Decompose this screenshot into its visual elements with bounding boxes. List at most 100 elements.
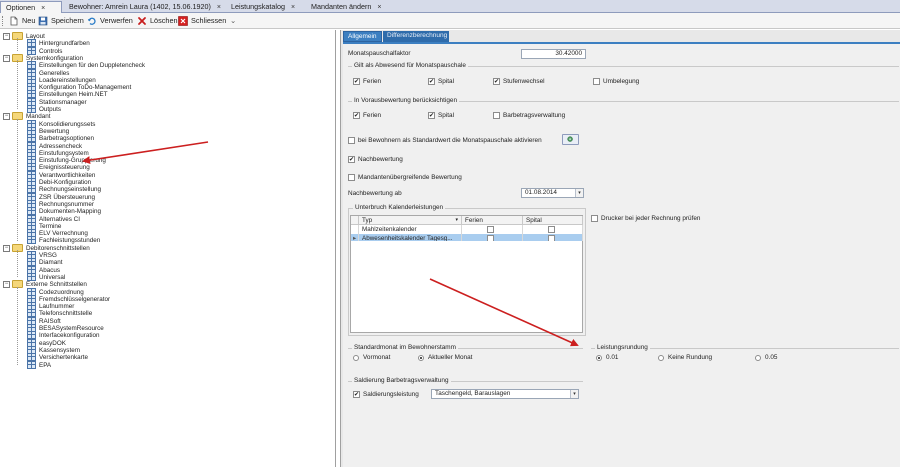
row-indicator [351,225,359,234]
tree-connector-line [17,38,18,51]
aktueller-monat-label: Aktueller Monat [428,354,473,361]
collapse-toggle-icon[interactable]: − [3,113,10,121]
close-icon[interactable]: × [291,4,295,11]
tree-connector-line [17,60,18,110]
undo-arrow-icon [87,17,96,25]
options-tree[interactable]: − Layout Hintergrundfarben Controls − Systemk… [0,30,336,467]
tab-label: Leistungskatalog [231,2,285,11]
voraus-barbetrag-checkbox[interactable] [493,112,500,119]
chevron-down-icon[interactable]: ▾ [575,189,583,197]
toolbar: Neu Speichern Verwerfen Löschen Schliess… [0,13,900,29]
collapse-toggle-icon[interactable]: − [3,244,10,252]
tab-label: Optionen [6,3,36,12]
tab-label: Bewohner: Amrein Laura (1402, 15.06.1920… [69,2,211,11]
drucker-checkbox[interactable] [591,215,598,222]
chevron-down-icon: ⌄ [230,16,237,25]
keine-rundung-label: Keine Rundung [668,354,713,361]
abwesend-spital-checkbox[interactable] [428,78,435,85]
tree-connector-line [17,118,18,241]
voraus-spital-checkbox[interactable] [428,112,435,119]
voraus-ferien-checkbox[interactable] [353,112,360,119]
new-label: Neu [22,16,36,25]
abwesend-ferien-checkbox[interactable] [353,78,360,85]
new-button[interactable]: Neu [9,15,35,27]
grid-empty-area[interactable] [350,241,583,333]
monatspauschalfaktor-input[interactable]: 30.42000 [521,49,586,59]
saldierungsleistung-value: Taschengeld, Barauslagen [435,390,511,397]
delete-button[interactable]: Löschen [137,15,178,27]
saldierungsleistung-checkbox[interactable] [353,391,360,398]
close-icon[interactable]: × [377,4,381,11]
close-window-icon [178,16,188,26]
mandantenuebergreifend-label: Mandantenübergreifende Bewertung [358,174,462,181]
tab-bewohner[interactable]: Bewohner: Amrein Laura (1402, 15.06.1920… [64,1,224,13]
row-ferien-cell[interactable] [462,225,523,234]
settings-icon [567,136,573,142]
group-leistungsrundung: Leistungsrundung [591,344,899,370]
voraus-spital-label: Spital [438,112,454,119]
tab-label: Mandanten ändern [311,2,372,11]
toolbar-grip[interactable] [2,16,5,26]
saldierungsleistung-select[interactable]: Taschengeld, Barauslagen ▾ [431,389,579,399]
group-unterbruch-title: Unterbruch Kalenderleistungen [353,204,446,212]
filter-icon[interactable]: ▾ [455,216,458,225]
grid-header-ferien[interactable]: Ferien [462,216,523,225]
mandantenuebergreifend-checkbox[interactable] [348,174,355,181]
grid-header-typ-label: Typ [362,217,373,224]
save-label: Speichern [51,16,84,25]
row-typ-cell: Mahlzeitenkalender [359,225,462,234]
abwesend-ferien-label: Ferien [363,78,382,85]
grid-header-typ[interactable]: Typ ▾ [359,216,462,225]
nachbewertung-ab-datepicker[interactable]: 01.08.2014 ▾ [521,188,584,198]
collapse-toggle-icon[interactable]: − [3,54,10,62]
new-document-icon [10,16,18,26]
row-spital-checkbox[interactable] [548,226,555,233]
nachbewertung-checkbox[interactable] [348,156,355,163]
tab-leistungskatalog[interactable]: Leistungskatalog × [226,1,304,13]
tree-item-label: EPA [39,361,52,369]
toolbar-overflow-button[interactable]: ⌄ [230,15,236,27]
close-icon[interactable]: × [41,5,45,12]
abwesend-stufenwechsel-label: Stufenwechsel [503,78,545,85]
monatspauschale-settings-button[interactable] [562,134,579,145]
close-icon[interactable]: × [217,4,221,11]
row-spital-cell[interactable] [523,225,583,234]
vormonat-label: Vormonat [363,354,391,361]
grid-header-spital[interactable]: Spital [523,216,583,225]
chevron-down-icon[interactable]: ▾ [570,390,578,398]
abwesend-umbelegung-checkbox[interactable] [593,78,600,85]
collapse-toggle-icon[interactable]: − [3,281,10,289]
delete-x-icon [138,17,146,25]
save-icon [38,16,48,26]
document-tab-strip: Optionen × Bewohner: Amrein Laura (1402,… [0,0,900,14]
standard-monatspauschale-checkbox[interactable] [348,137,355,144]
tab-differenzberechnung[interactable]: Differenzberechnung [383,31,449,42]
unterbruch-grid[interactable]: Typ ▾ Ferien Spital Mahlzeitenkalender ▸… [350,215,583,243]
monatspauschalfaktor-label: Monatspauschalfaktor [348,50,411,57]
group-voraus-title: In Vorausbewertung berücksichtigen [352,97,460,105]
allgemein-content: Monatspauschalfaktor 30.42000 Gilt als A… [343,42,900,467]
aktueller-monat-radio[interactable] [418,355,424,361]
tree-connector-line [17,250,18,278]
tab-mandanten-aendern[interactable]: Mandanten ändern × [306,1,390,13]
close-button[interactable]: Schliessen [178,15,226,27]
row-ferien-checkbox[interactable] [487,226,494,233]
delete-label: Löschen [150,16,178,25]
options-panel: Allgemein Differenzberechnung Monatspaus… [340,30,900,467]
rundung-005-radio[interactable] [755,355,761,361]
abwesend-stufenwechsel-checkbox[interactable] [493,78,500,85]
grid-row-header-corner [351,216,359,225]
discard-button[interactable]: Verwerfen [87,15,133,27]
keine-rundung-radio[interactable] [658,355,664,361]
group-leistungsrundung-title: Leistungsrundung [595,344,650,352]
rundung-001-radio[interactable] [596,355,602,361]
voraus-barbetrag-label: Barbetragsverwaltung [503,112,566,119]
discard-label: Verwerfen [100,16,133,25]
save-button[interactable]: Speichern [38,15,84,27]
tab-allgemein[interactable]: Allgemein [343,31,382,42]
table-row[interactable]: Mahlzeitenkalender [351,225,583,234]
nachbewertung-label: Nachbewertung [358,156,403,163]
collapse-toggle-icon[interactable]: − [3,33,10,40]
drucker-label: Drucker bei jeder Rechnung prüfen [601,215,701,222]
vormonat-radio[interactable] [353,355,359,361]
